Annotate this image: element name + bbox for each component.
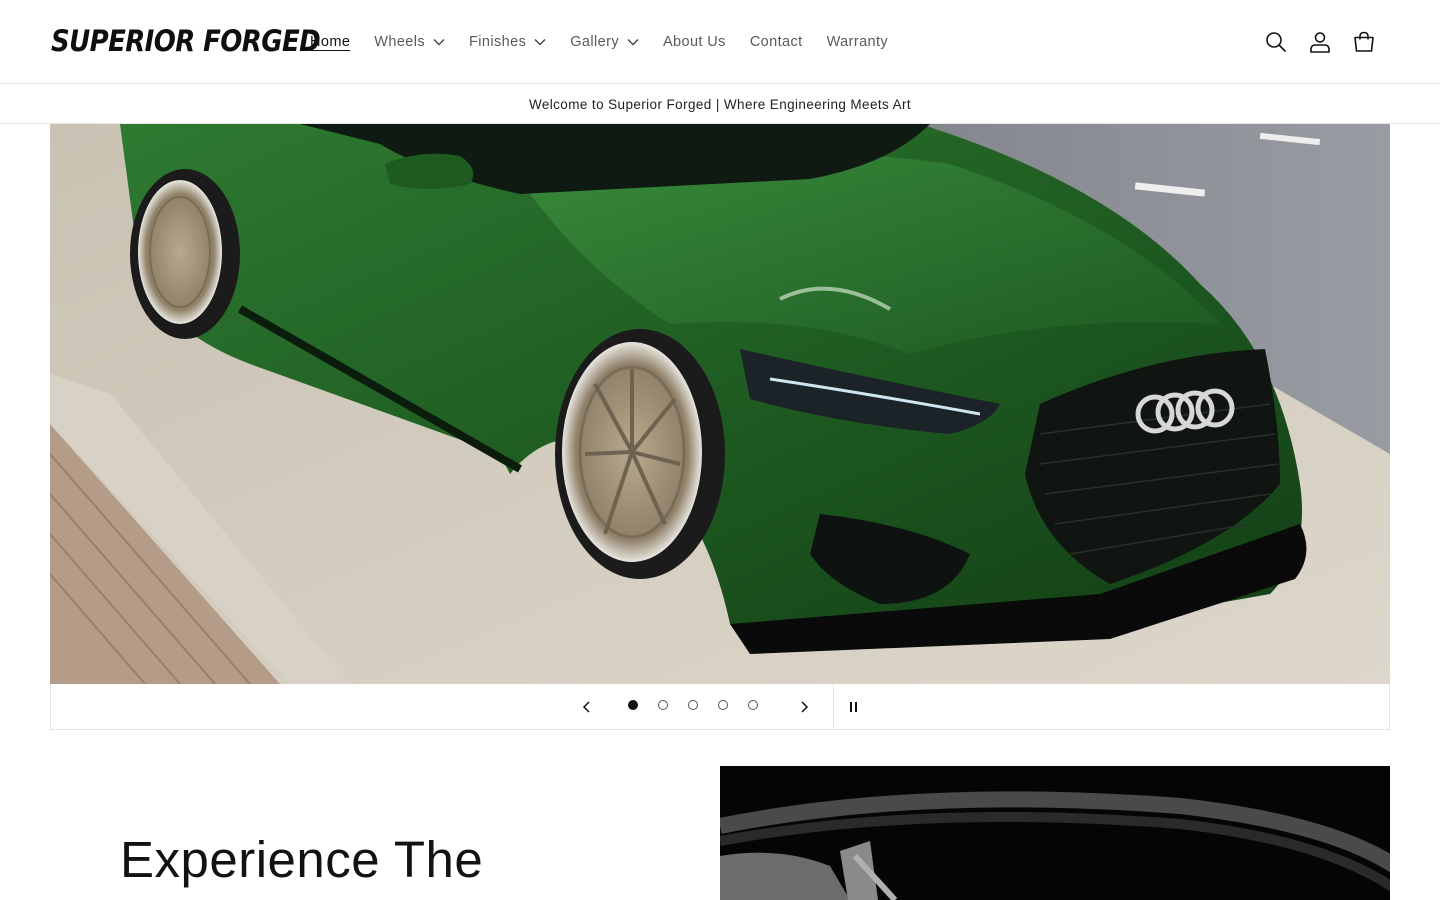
next-slide-button[interactable] [793,696,815,718]
announcement-bar: Welcome to Superior Forged | Where Engin… [0,85,1440,124]
chevron-down-icon [433,39,445,46]
nav-item-label: Home [310,34,351,50]
slideshow-controls [50,684,1390,730]
slide-dot-4[interactable] [718,700,728,710]
account-button[interactable] [1300,22,1340,62]
nav-item-wheels[interactable]: Wheels [362,0,457,84]
chevron-left-icon [582,701,590,713]
nav-item-about-us[interactable]: About Us [651,0,738,84]
hero-car-illustration [50,124,1390,684]
pause-icon [849,702,857,712]
header-icons [1256,22,1384,62]
slide-dot-1[interactable] [628,700,638,710]
slide-dot-2[interactable] [658,700,668,710]
slide-dot-5[interactable] [748,700,758,710]
cart-icon [1354,31,1374,52]
announcement-text: Welcome to Superior Forged | Where Engin… [528,96,912,112]
feature-wheel-image [720,766,1390,900]
nav-item-finishes[interactable]: Finishes [457,0,558,84]
nav-item-label: Warranty [826,34,889,50]
nav-item-gallery[interactable]: Gallery [558,0,651,84]
chevron-right-icon [801,701,809,713]
hero-slide-image [50,124,1390,684]
chevron-down-icon [534,39,546,46]
nav-item-home[interactable]: Home [298,0,362,84]
main-nav: Home Wheels Finishes Gallery About Us Co… [298,0,900,84]
nav-item-label: Wheels [374,34,426,50]
chevron-down-icon [627,39,639,46]
nav-item-label: Finishes [469,34,527,50]
nav-item-label: Contact [749,34,803,50]
slide-dots [628,700,758,710]
cart-button[interactable] [1344,22,1384,62]
brand-logo[interactable]: SUPERIOR FORGED [51,24,321,60]
previous-slide-button[interactable] [576,696,598,718]
search-icon [1266,32,1287,53]
account-icon [1310,32,1330,53]
feature-heading: Experience The [120,831,484,888]
nav-item-label: Gallery [570,34,619,50]
search-button[interactable] [1256,22,1296,62]
slide-dot-3[interactable] [688,700,698,710]
wheel-illustration [720,766,1390,900]
nav-item-warranty[interactable]: Warranty [815,0,900,84]
pause-slideshow-button[interactable] [833,684,873,730]
nav-item-label: About Us [662,34,726,50]
nav-item-contact[interactable]: Contact [738,0,815,84]
site-header: SUPERIOR FORGED Home Wheels Finishes Gal… [0,0,1440,84]
